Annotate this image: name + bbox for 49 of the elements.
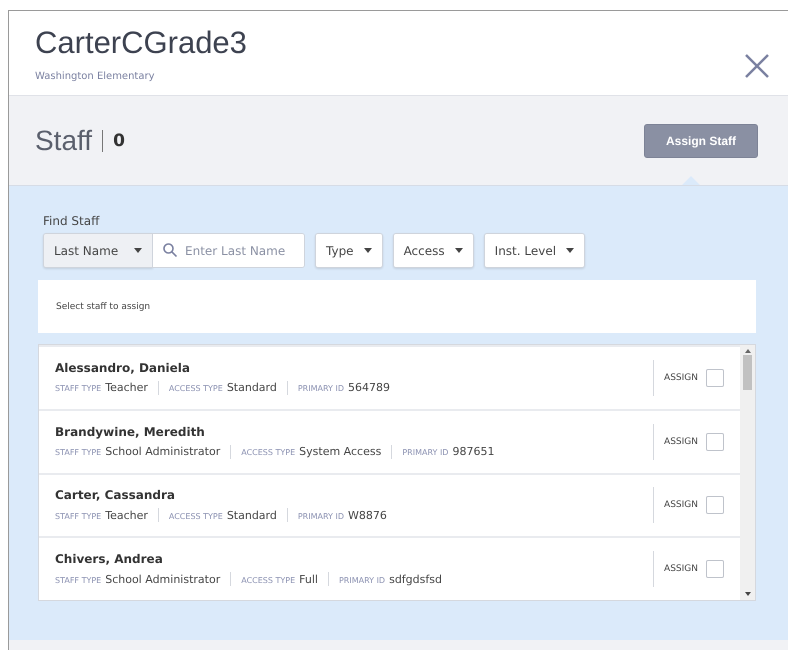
assign-label: ASSIGN <box>664 564 698 574</box>
staff-detail: STAFF TYPE School Administrator <box>55 445 220 458</box>
staff-row[interactable]: Chivers, Andrea STAFF TYPE School Administrator ACCESS TYPE Full PRIMARY ID sdfgdsfsd ASSIGN <box>39 538 740 600</box>
assign-checkbox[interactable] <box>706 496 724 514</box>
staff-detail: STAFF TYPE Teacher <box>55 381 148 394</box>
staff-detail: PRIMARY ID sdfgdsfsd <box>338 572 442 586</box>
assign-label: ASSIGN <box>664 500 698 510</box>
staff-detail: STAFF TYPE Teacher <box>55 508 148 522</box>
assign-checkbox[interactable] <box>706 560 724 578</box>
scroll-thumb[interactable] <box>743 355 752 390</box>
search-by-dropdown[interactable]: Last Name <box>43 233 153 268</box>
page-title: CarterCGrade3 <box>35 24 247 62</box>
staff-detail: ACCESS TYPE Standard <box>168 508 277 522</box>
caret-icon <box>454 248 463 253</box>
instruction-text: Select staff to assign <box>38 280 756 333</box>
scroll-up-icon[interactable] <box>744 349 750 353</box>
staff-detail: PRIMARY ID W8876 <box>298 508 387 522</box>
staff-name: Carter, Cassandra <box>55 488 176 502</box>
staff-name: Alessandro, Daniela <box>55 360 192 375</box>
staff-detail: ACCESS TYPE Full <box>241 572 318 586</box>
filter-dropdown[interactable]: Inst. Level <box>484 233 586 268</box>
staff-detail: PRIMARY ID 987651 <box>402 445 494 458</box>
scrollbar[interactable] <box>740 345 755 600</box>
staff-row[interactable]: Brandywine, Meredith STAFF TYPE School Administrator ACCESS TYPE System Access PRIMARY ID 987651 ASSIGN <box>39 410 740 472</box>
section-title: Staff <box>35 124 92 156</box>
school-name: Washington Elementary <box>35 71 156 82</box>
staff-detail: ACCESS TYPE Standard <box>168 381 277 394</box>
search-field[interactable]: Enter Last Name <box>153 233 305 268</box>
assign-label: ASSIGN <box>664 372 698 383</box>
scroll-down-icon[interactable] <box>744 592 750 596</box>
staff-name: Brandywine, Meredith <box>55 424 206 439</box>
staff-name: Chivers, Andrea <box>55 552 164 566</box>
filter-dropdown[interactable]: Type <box>315 233 383 268</box>
staff-detail: STAFF TYPE School Administrator <box>55 572 220 586</box>
staff-row[interactable]: Carter, Cassandra STAFF TYPE Teacher ACCESS TYPE Standard PRIMARY ID W8876 ASSIGN <box>39 474 740 536</box>
caret-icon <box>566 248 574 253</box>
caret-icon <box>364 248 372 253</box>
staff-detail: ACCESS TYPE System Access <box>241 445 382 458</box>
staff-count: 0 <box>113 130 125 150</box>
assign-label: ASSIGN <box>664 436 698 447</box>
caret-icon <box>134 248 142 253</box>
search-icon <box>163 243 177 257</box>
find-staff-label: Find Staff <box>43 214 101 228</box>
assign-checkbox[interactable] <box>706 432 724 451</box>
staff-detail: PRIMARY ID 564789 <box>298 381 390 394</box>
assign-checkbox[interactable] <box>706 368 724 387</box>
filter-dropdown[interactable]: Access <box>392 233 474 268</box>
staff-row[interactable]: Alessandro, Daniela STAFF TYPE Teacher ACCESS TYPE Standard PRIMARY ID 564789 ASSIGN <box>39 347 740 409</box>
close-button[interactable] <box>744 53 770 79</box>
